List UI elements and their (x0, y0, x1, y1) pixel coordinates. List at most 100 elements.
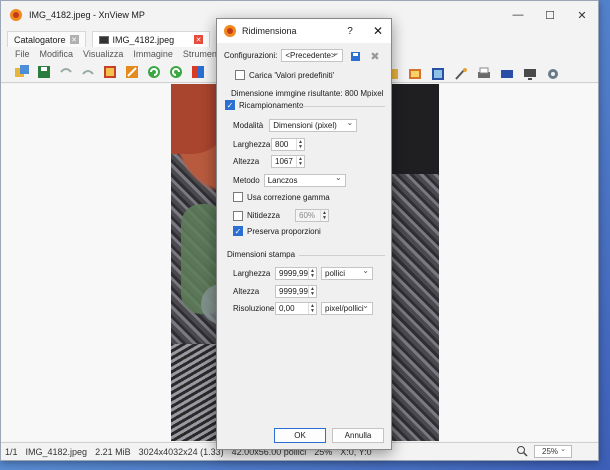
dialog-title: Ridimensiona (242, 26, 297, 36)
resample-label: Ricampionamento (239, 100, 304, 110)
settings-gear-icon[interactable] (544, 65, 562, 83)
save-icon[interactable] (35, 63, 53, 81)
menu-modifica[interactable]: Modifica (40, 49, 74, 59)
save-config-icon[interactable] (349, 50, 361, 62)
status-dimensions: 3024x4032x24 (1.33) (138, 446, 224, 457)
resample-check[interactable]: ✓ (225, 100, 235, 110)
print-height-value: 9999,99 (279, 287, 308, 296)
print-unit-select[interactable]: pollici (321, 266, 373, 280)
resolution-unit-value: pixel/pollici (325, 304, 364, 313)
close-icon[interactable]: ✕ (365, 24, 391, 38)
method-value: Lanczos (267, 176, 298, 185)
mode-select[interactable]: Dimensioni (pixel) (269, 118, 358, 132)
menu-file[interactable]: File (15, 49, 30, 59)
sharpness-checkbox[interactable]: Nitidezza 60% ▲ ▼ (233, 209, 329, 222)
status-filename: IMG_4182.jpeg (25, 446, 88, 457)
preserve-checkbox[interactable]: ✓ Preserva proporzioni (233, 226, 321, 236)
menu-immagine[interactable]: Immagine (133, 49, 173, 59)
zoom-icon[interactable] (516, 445, 528, 457)
config-label: Configurazioni: (224, 51, 278, 60)
height-value: 1067 (275, 157, 293, 166)
browse-icon[interactable] (13, 63, 31, 81)
ok-button[interactable]: OK (274, 428, 326, 443)
preserve-check[interactable]: ✓ (233, 226, 243, 236)
menu-visualizza[interactable]: Visualizza (83, 49, 123, 59)
sharpness-check[interactable] (233, 210, 243, 221)
width-stepper[interactable]: 800 ▲ ▼ (271, 138, 305, 151)
mode-value: Dimensioni (pixel) (273, 121, 337, 130)
print-width-value: 9999,99 (279, 269, 308, 278)
load-defaults-label: Carica 'Valori predefiniti' (249, 70, 335, 80)
tab-image[interactable]: IMG_4182.jpeg ✕ (91, 31, 211, 47)
tab-label: IMG_4182.jpeg (112, 34, 175, 45)
crop-icon[interactable] (101, 63, 119, 81)
help-icon[interactable]: ? (335, 26, 365, 37)
config-value: <Precedente> (285, 51, 336, 60)
tab-label: Catalogatore (14, 34, 66, 45)
fullscreen-icon[interactable] (429, 65, 447, 83)
image-thumbnail-icon (98, 35, 109, 44)
rotate-right-icon[interactable] (167, 63, 185, 81)
stepper-arrows-icon[interactable]: ▲ ▼ (308, 303, 316, 314)
stepper-arrows-icon[interactable]: ▲ ▼ (308, 268, 316, 279)
status-filesize: 2.21 MiB (95, 446, 131, 457)
gamma-check[interactable] (233, 192, 243, 202)
resolution-unit-select[interactable]: pixel/pollici (321, 301, 373, 315)
dialog-title-bar: Ridimensiona ? ✕ (217, 19, 391, 43)
stepper-arrows-icon[interactable]: ▲ ▼ (308, 286, 316, 297)
sharpness-label: Nitidezza (247, 211, 280, 220)
chevron-down-icon: ⌄ (560, 446, 566, 453)
rotate-left-icon[interactable] (145, 63, 163, 81)
gamma-label: Usa correzione gamma (247, 192, 330, 202)
print-height-stepper[interactable]: 9999,99 ▲ ▼ (275, 285, 317, 298)
color-adjust-icon[interactable] (189, 63, 207, 81)
mode-label: Modalità (233, 121, 264, 130)
status-index: 1/1 (5, 446, 18, 457)
close-tab-icon[interactable]: ✕ (194, 35, 204, 44)
close-window-icon[interactable]: ✕ (566, 1, 598, 29)
toolbar-right (383, 65, 562, 83)
config-select[interactable]: <Precedente> (281, 48, 344, 62)
redo-icon[interactable] (79, 63, 97, 81)
sharpness-stepper[interactable]: 60% ▲ ▼ (295, 209, 329, 222)
scanner-icon[interactable] (498, 65, 516, 83)
stepper-arrows-icon[interactable]: ▲ ▼ (320, 210, 328, 221)
undo-icon[interactable] (57, 63, 75, 81)
print-unit-value: pollici (325, 269, 346, 278)
gamma-checkbox[interactable]: Usa correzione gamma (233, 192, 330, 202)
print-icon[interactable] (475, 65, 493, 83)
resolution-label: Risoluzione (233, 304, 275, 313)
xnview-logo-icon (10, 9, 22, 21)
stepper-arrows-icon[interactable]: ▲ ▼ (296, 139, 304, 150)
resolution-stepper[interactable]: 0,00 ▲ ▼ (275, 302, 317, 315)
resize-icon[interactable] (123, 63, 141, 81)
height-label: Altezza (233, 157, 260, 166)
height-stepper[interactable]: 1067 ▲ ▼ (271, 155, 305, 168)
load-defaults-checkbox[interactable]: Carica 'Valori predefiniti' (235, 70, 334, 80)
resize-dialog: Ridimensiona ? ✕ Configurazioni: <Preced… (216, 18, 392, 450)
width-value: 800 (275, 140, 289, 149)
resample-checkbox[interactable]: ✓ Ricampionamento (225, 100, 303, 110)
print-width-stepper[interactable]: 9999,99 ▲ ▼ (275, 267, 317, 280)
minimize-icon[interactable]: — (502, 1, 534, 29)
maximize-icon[interactable]: ☐ (534, 1, 566, 29)
print-height-label: Altezza (233, 287, 260, 296)
load-defaults-check[interactable] (235, 70, 245, 80)
draw-icon[interactable] (452, 65, 470, 83)
resolution-value: 0,00 (279, 304, 295, 313)
width-label: Larghezza (233, 140, 271, 149)
print-section-label: Dimensioni stampa (227, 250, 296, 259)
preserve-label: Preserva proporzioni (247, 226, 321, 236)
cancel-button[interactable]: Annulla (332, 428, 384, 443)
delete-config-icon[interactable]: ✖ (369, 50, 381, 63)
print-width-label: Larghezza (233, 269, 271, 278)
method-select[interactable]: Lanczos (263, 173, 346, 187)
xnview-logo-icon (224, 25, 236, 37)
slideshow-icon[interactable] (406, 65, 424, 83)
result-dimension-text: Dimensione immgine risultante: 800 Mpixe… (231, 89, 384, 98)
tab-catalogatore[interactable]: Catalogatore ✕ (7, 31, 86, 47)
monitor-icon[interactable] (521, 65, 539, 83)
sharpness-value: 60% (299, 211, 316, 220)
close-tab-icon[interactable]: ✕ (69, 35, 79, 44)
stepper-arrows-icon[interactable]: ▲ ▼ (296, 156, 304, 167)
